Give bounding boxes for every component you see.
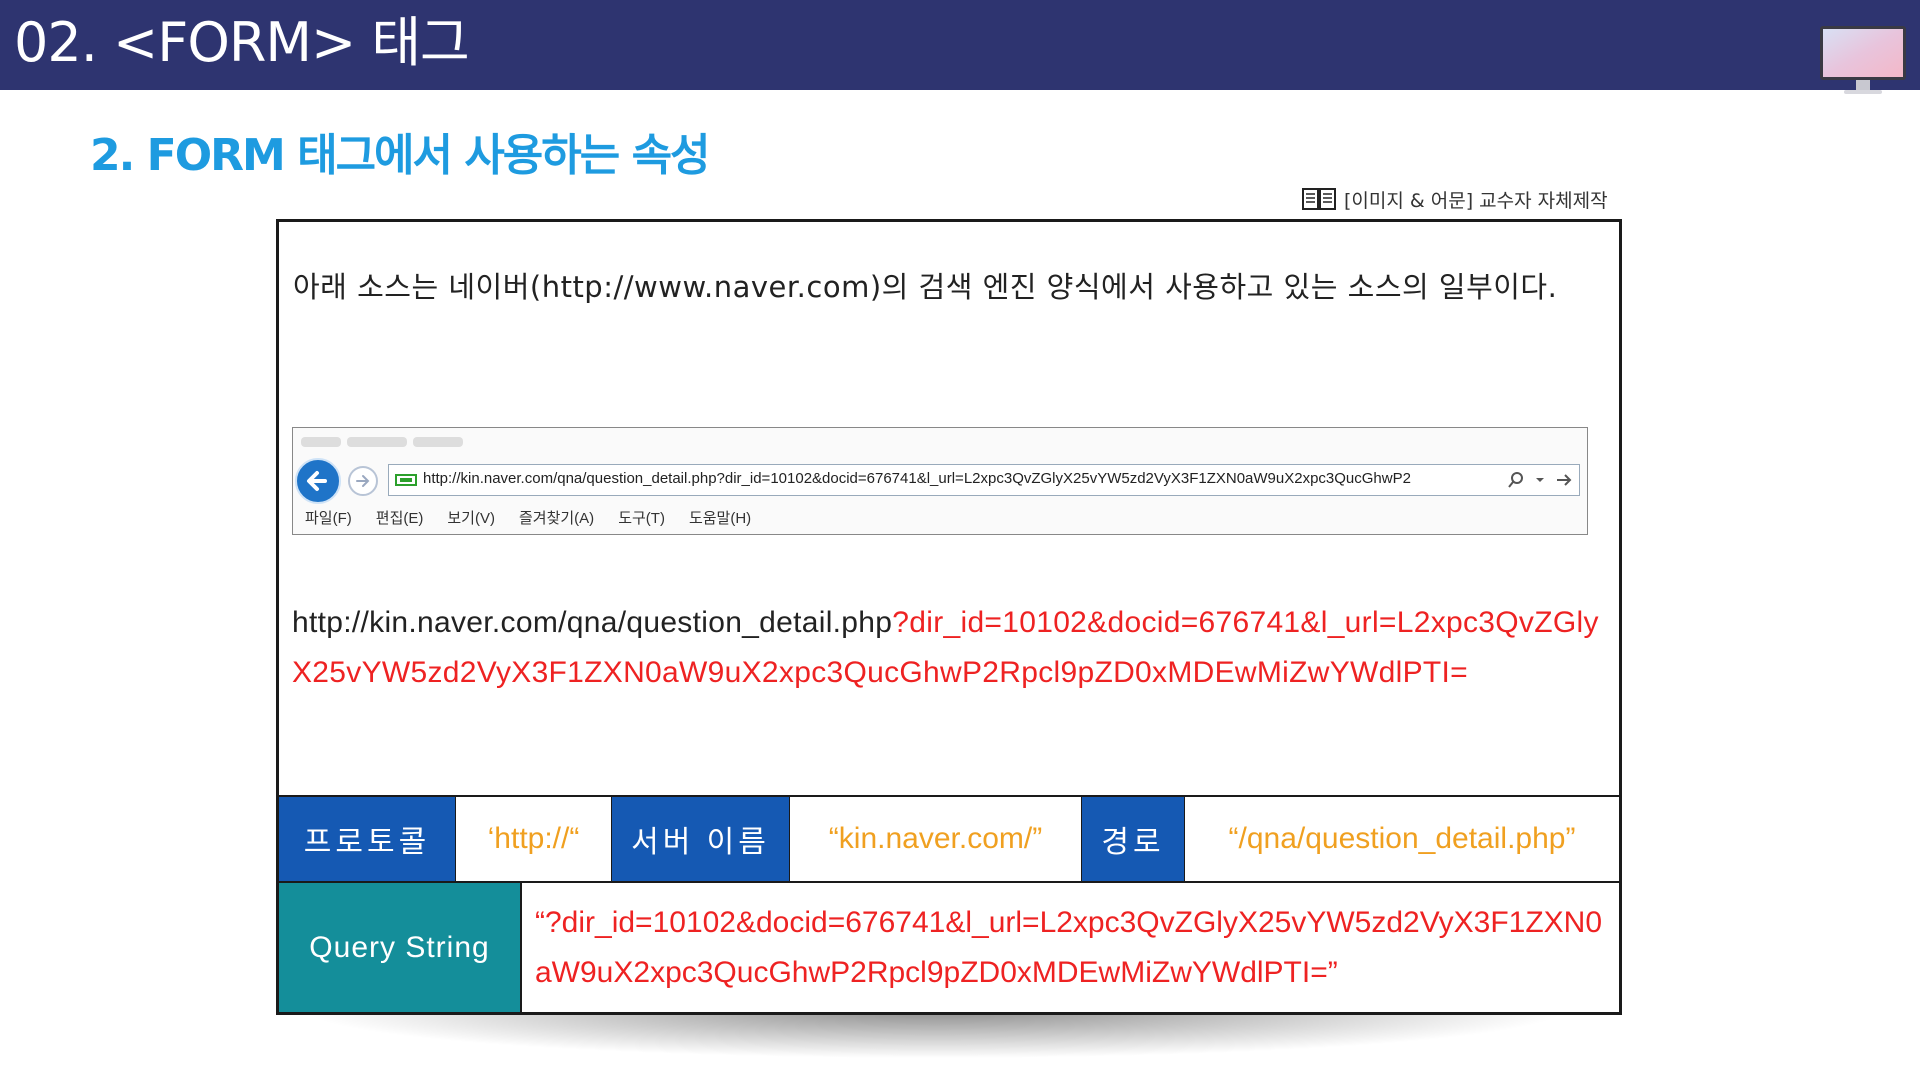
address-text: http://kin.naver.com/qna/question_detail… <box>423 470 1411 487</box>
protocol-label: 프로토콜 <box>279 797 455 881</box>
server-label: 서버 이름 <box>612 797 789 881</box>
monitor-icon <box>1820 26 1906 94</box>
intro-text: 아래 소스는 네이버(http://www.naver.com)의 검색 엔진 … <box>293 270 1558 304</box>
page-title: 02. <FORM> 태그 <box>14 11 470 74</box>
source-note-text: [이미지 & 어문] 교수자 자체제작 <box>1344 189 1608 212</box>
forward-arrow-icon <box>356 475 370 487</box>
address-icons <box>1507 469 1573 491</box>
section-title: 2. FORM 태그에서 사용하는 속성 <box>90 130 711 181</box>
menu-item-edit[interactable]: 편집(E) <box>376 507 424 528</box>
forward-button[interactable] <box>348 466 378 496</box>
url-parts-row: 프로토콜 ‘http://“ 서버 이름 “kin.naver.com/” 경로… <box>279 795 1619 883</box>
path-value: “/qna/question_detail.php” <box>1184 797 1619 881</box>
menu-item-help[interactable]: 도움말(H) <box>689 507 751 528</box>
tab-strip <box>301 432 701 450</box>
menu-item-favorites[interactable]: 즐겨찾기(A) <box>519 507 594 528</box>
search-icon[interactable] <box>1507 471 1525 489</box>
menu-item-file[interactable]: 파일(F) <box>305 507 352 528</box>
source-note: [이미지 & 어문] 교수자 자체제작 <box>1302 187 1608 212</box>
book-icon <box>1302 188 1336 210</box>
url-base: http://kin.naver.com/qna/question_detail… <box>292 606 893 639</box>
content-box: 아래 소스는 네이버(http://www.naver.com)의 검색 엔진 … <box>276 219 1622 1015</box>
query-string-row: Query String “?dir_id=10102&docid=676741… <box>279 883 1619 1012</box>
dropdown-icon[interactable] <box>1535 475 1545 485</box>
back-arrow-icon <box>307 471 327 491</box>
menu-item-view[interactable]: 보기(V) <box>447 507 495 528</box>
menu-item-tools[interactable]: 도구(T) <box>618 507 665 528</box>
go-arrow-icon[interactable] <box>1555 471 1573 489</box>
box-shadow <box>280 1010 1590 1060</box>
path-label: 경로 <box>1082 797 1184 881</box>
server-value: “kin.naver.com/” <box>789 797 1082 881</box>
menu-bar: 파일(F) 편집(E) 보기(V) 즐겨찾기(A) 도구(T) 도움말(H) <box>305 507 751 528</box>
back-button[interactable] <box>295 458 341 504</box>
query-string-label: Query String <box>279 883 522 1012</box>
protocol-value: ‘http://“ <box>455 797 612 881</box>
page-icon <box>395 474 417 486</box>
header-bar: 02. <FORM> 태그 <box>0 0 1920 94</box>
query-string-value: “?dir_id=10102&docid=676741&l_url=L2xpc3… <box>535 906 1603 989</box>
browser-screenshot: http://kin.naver.com/qna/question_detail… <box>292 427 1588 535</box>
example-url: http://kin.naver.com/qna/question_detail… <box>292 598 1617 698</box>
address-bar[interactable]: http://kin.naver.com/qna/question_detail… <box>388 464 1580 496</box>
